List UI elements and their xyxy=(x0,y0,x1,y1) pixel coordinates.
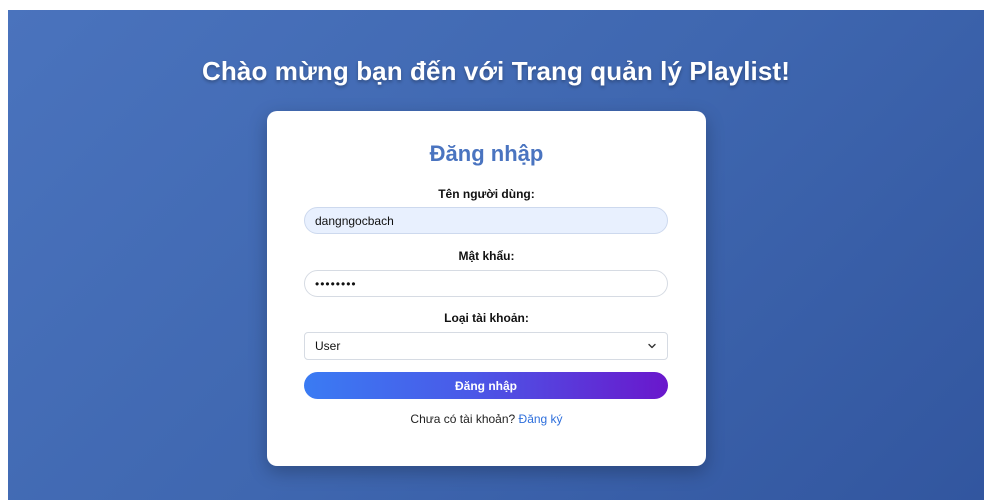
signup-prompt: Chưa có tài khoản? xyxy=(410,412,516,426)
account-type-value: User xyxy=(315,339,341,353)
login-title: Đăng nhập xyxy=(429,141,544,166)
signup-row: Chưa có tài khoản? Đăng ký xyxy=(267,412,706,426)
welcome-heading: Chào mừng bạn đến với Trang quản lý Play… xyxy=(202,56,790,86)
login-card: Đăng nhập Tên người dùng: Mật khẩu: Loại… xyxy=(267,111,706,466)
password-input[interactable] xyxy=(304,270,668,297)
login-button[interactable]: Đăng nhập xyxy=(304,372,668,399)
chevron-down-icon xyxy=(647,341,657,351)
account-type-label: Loại tài khoản: xyxy=(444,311,529,325)
page-background: Chào mừng bạn đến với Trang quản lý Play… xyxy=(8,10,984,500)
account-type-select[interactable]: User xyxy=(304,332,668,360)
username-input[interactable] xyxy=(304,207,668,234)
username-label: Tên người dùng: xyxy=(438,187,535,201)
signup-link[interactable]: Đăng ký xyxy=(519,412,563,426)
password-label: Mật khẩu: xyxy=(458,249,515,263)
